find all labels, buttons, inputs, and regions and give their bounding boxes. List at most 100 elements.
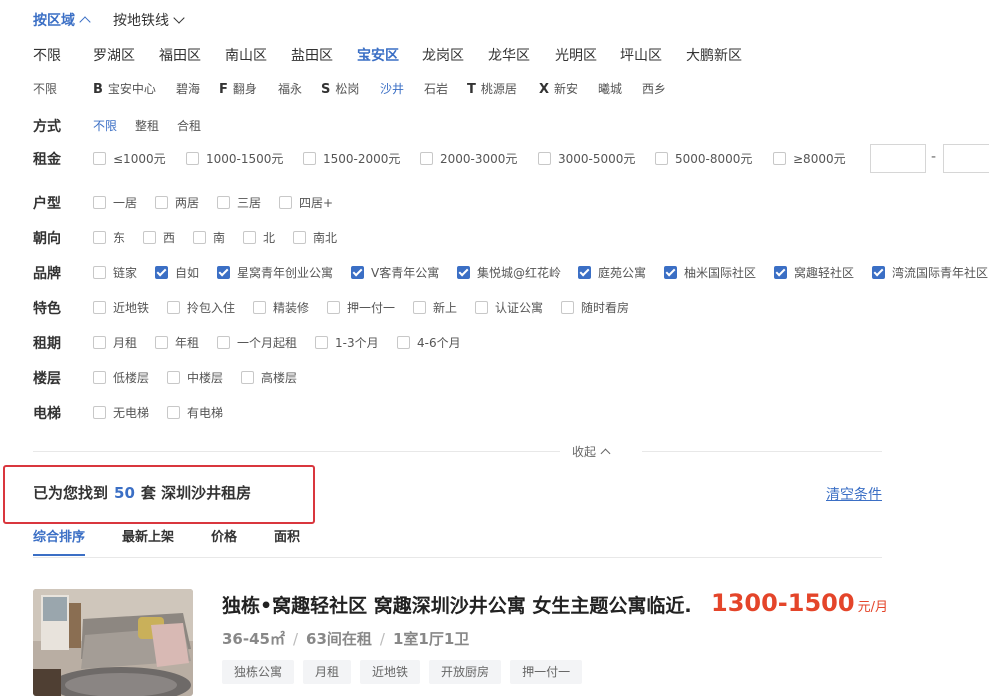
lease-option[interactable]: 一个月起租 [217, 334, 297, 351]
checkbox[interactable] [217, 196, 230, 209]
district-futian[interactable]: 福田区 [159, 45, 201, 65]
subarea-fuyong[interactable]: 福永 [278, 80, 302, 97]
checkbox[interactable] [93, 336, 106, 349]
checkbox[interactable] [655, 152, 668, 165]
checkbox[interactable] [193, 231, 206, 244]
floor-option[interactable]: 高楼层 [241, 369, 297, 386]
subarea-xinan[interactable]: X 新安 [539, 80, 578, 97]
checkbox[interactable] [143, 231, 156, 244]
checkbox-checked[interactable] [457, 266, 470, 279]
tab-sort-area[interactable]: 面积 [274, 526, 300, 545]
checkbox[interactable] [773, 152, 786, 165]
method-whole[interactable]: 整租 [135, 117, 159, 134]
checkbox[interactable] [167, 301, 180, 314]
rent-min-input[interactable] [870, 144, 926, 173]
tab-by-metro[interactable]: 按地铁线 [113, 10, 185, 30]
feature-option[interactable]: 拎包入住 [167, 299, 235, 316]
district-guangming[interactable]: 光明区 [555, 45, 597, 65]
listing-title[interactable]: 独栋•窝趣轻社区 窝趣深圳沙井公寓 女生主题公寓临近. [222, 591, 692, 618]
feature-option[interactable]: 近地铁 [93, 299, 149, 316]
checkbox[interactable] [561, 301, 574, 314]
checkbox[interactable] [93, 371, 106, 384]
checkbox[interactable] [93, 406, 106, 419]
listing-thumbnail[interactable] [33, 589, 193, 696]
checkbox[interactable] [397, 336, 410, 349]
layout-option[interactable]: 一居 [93, 194, 137, 211]
checkbox-checked[interactable] [774, 266, 787, 279]
checkbox[interactable] [293, 231, 306, 244]
floor-option[interactable]: 中楼层 [167, 369, 223, 386]
clear-filters-link[interactable]: 清空条件 [826, 484, 882, 504]
brand-option[interactable]: 湾流国际青年社区 [872, 264, 988, 281]
checkbox[interactable] [167, 371, 180, 384]
feature-option[interactable]: 新上 [413, 299, 457, 316]
checkbox[interactable] [217, 336, 230, 349]
collapse-button[interactable]: 收起 [572, 443, 611, 460]
rent-option[interactable]: 5000-8000元 [655, 150, 752, 167]
checkbox[interactable] [93, 266, 106, 279]
checkbox[interactable] [93, 196, 106, 209]
checkbox-checked[interactable] [155, 266, 168, 279]
rent-option[interactable]: ≤1000元 [93, 150, 166, 167]
lease-option[interactable]: 4-6个月 [397, 334, 461, 351]
checkbox[interactable] [413, 301, 426, 314]
district-yantian[interactable]: 盐田区 [291, 45, 333, 65]
district-pingshan[interactable]: 坪山区 [620, 45, 662, 65]
subarea-baoan-center[interactable]: B 宝安中心 [93, 80, 156, 97]
orientation-option[interactable]: 西 [143, 229, 175, 246]
checkbox[interactable] [93, 231, 106, 244]
district-dapeng[interactable]: 大鹏新区 [686, 45, 742, 65]
checkbox[interactable] [167, 406, 180, 419]
brand-option[interactable]: 窝趣轻社区 [774, 264, 854, 281]
checkbox-checked[interactable] [217, 266, 230, 279]
subarea-all[interactable]: 不限 [33, 80, 57, 97]
elevator-option[interactable]: 无电梯 [93, 404, 149, 421]
orientation-option[interactable]: 东 [93, 229, 125, 246]
checkbox[interactable] [243, 231, 256, 244]
tab-sort-newest[interactable]: 最新上架 [122, 526, 174, 545]
brand-option[interactable]: 链家 [93, 264, 137, 281]
checkbox[interactable] [155, 196, 168, 209]
subarea-xixiang[interactable]: 西乡 [642, 80, 666, 97]
checkbox[interactable] [303, 152, 316, 165]
rent-option[interactable]: 1500-2000元 [303, 150, 400, 167]
subarea-songgang[interactable]: S 松岗 [321, 80, 359, 97]
subarea-shajing[interactable]: 沙井 [380, 80, 404, 97]
rent-max-input[interactable] [943, 144, 989, 173]
rent-option[interactable]: 1000-1500元 [186, 150, 283, 167]
checkbox-checked[interactable] [578, 266, 591, 279]
rent-option[interactable]: 3000-5000元 [538, 150, 635, 167]
checkbox[interactable] [93, 152, 106, 165]
subarea-bihai[interactable]: 碧海 [176, 80, 200, 97]
checkbox[interactable] [315, 336, 328, 349]
lease-option[interactable]: 月租 [93, 334, 137, 351]
feature-option[interactable]: 押一付一 [327, 299, 395, 316]
checkbox[interactable] [279, 196, 292, 209]
checkbox[interactable] [420, 152, 433, 165]
brand-option[interactable]: 星窝青年创业公寓 [217, 264, 333, 281]
district-all[interactable]: 不限 [33, 45, 61, 65]
checkbox[interactable] [241, 371, 254, 384]
lease-option[interactable]: 年租 [155, 334, 199, 351]
tab-by-district[interactable]: 按区域 [33, 10, 91, 30]
district-baoan[interactable]: 宝安区 [357, 45, 399, 65]
brand-option[interactable]: 自如 [155, 264, 199, 281]
checkbox[interactable] [253, 301, 266, 314]
subarea-fanshen[interactable]: F 翻身 [219, 80, 257, 97]
layout-option[interactable]: 四居+ [279, 194, 333, 211]
checkbox-checked[interactable] [351, 266, 364, 279]
subarea-shiyan[interactable]: 石岩 [424, 80, 448, 97]
checkbox[interactable] [186, 152, 199, 165]
district-longhua[interactable]: 龙华区 [488, 45, 530, 65]
orientation-option[interactable]: 南北 [293, 229, 337, 246]
layout-option[interactable]: 两居 [155, 194, 199, 211]
orientation-option[interactable]: 南 [193, 229, 225, 246]
brand-option[interactable]: 集悦城@红花岭 [457, 264, 561, 281]
district-luohu[interactable]: 罗湖区 [93, 45, 135, 65]
method-shared[interactable]: 合租 [177, 117, 201, 134]
checkbox[interactable] [93, 301, 106, 314]
tab-sort-price[interactable]: 价格 [211, 526, 237, 545]
feature-option[interactable]: 精装修 [253, 299, 309, 316]
checkbox-checked[interactable] [872, 266, 885, 279]
subarea-taoyuanju[interactable]: T 桃源居 [467, 80, 517, 97]
